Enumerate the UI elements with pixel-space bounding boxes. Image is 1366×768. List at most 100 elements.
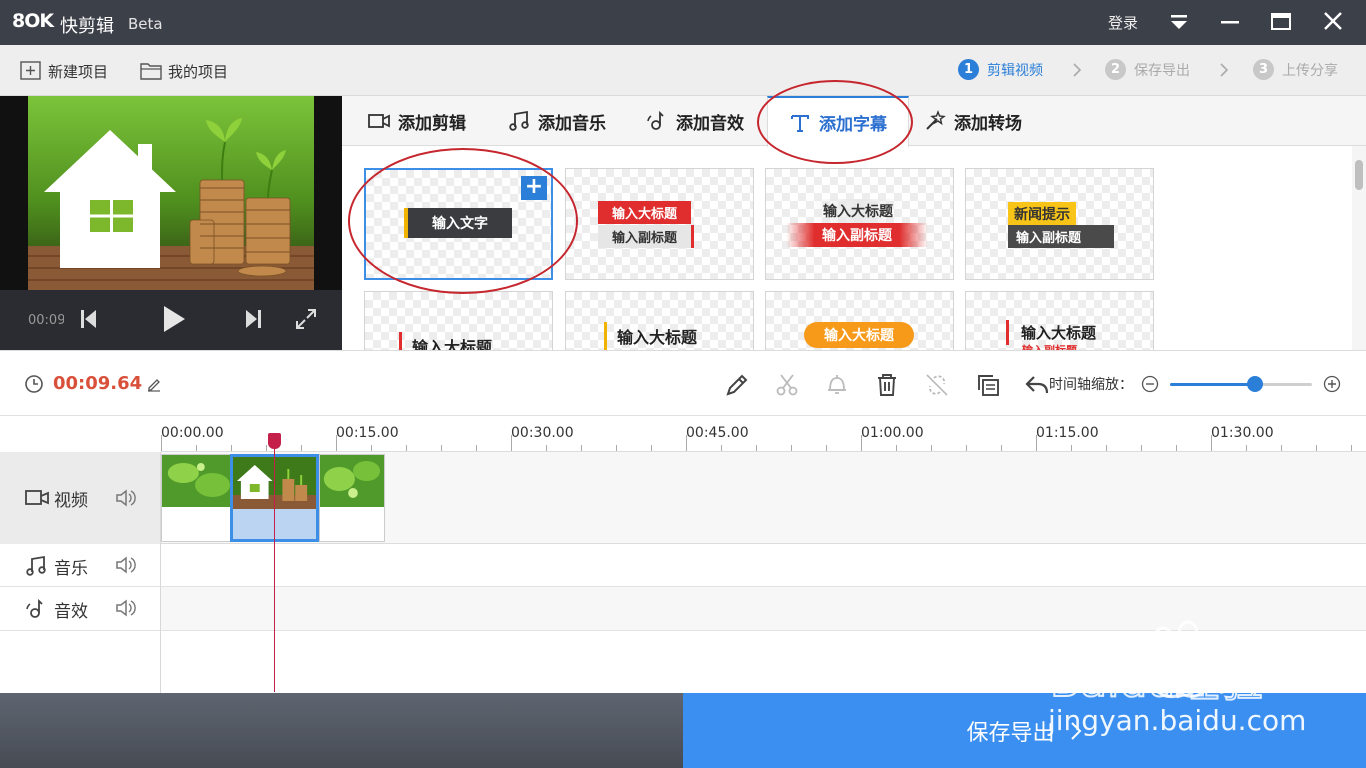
- zoom-slider-fill: [1170, 383, 1256, 386]
- ruler-spacer: [0, 416, 161, 452]
- new-project-label: 新建项目: [48, 62, 109, 81]
- ruler-minor-tick: [651, 445, 652, 451]
- step-edit-video[interactable]: 1 剪辑视频: [958, 59, 1043, 80]
- ruler-tick-label: 01:30.00: [1211, 425, 1274, 441]
- tab-add-sound-effect[interactable]: 添加音效: [646, 96, 744, 146]
- annotation-circle: [757, 80, 913, 164]
- sound-effect-icon: [647, 110, 664, 130]
- skip-back-icon[interactable]: [80, 308, 98, 330]
- video-clip[interactable]: [161, 454, 231, 542]
- ruler-tick-label: 00:15.00: [336, 425, 399, 441]
- ruler-tick-label: 01:00.00: [861, 425, 924, 441]
- step-upload-share[interactable]: 3 上传分享: [1253, 59, 1338, 80]
- tab-label: 添加音乐: [538, 113, 606, 134]
- preview-frame: [0, 96, 342, 290]
- tab-add-music[interactable]: 添加音乐: [508, 96, 606, 146]
- close-icon[interactable]: [1320, 10, 1346, 34]
- ruler-minor-tick: [441, 445, 442, 451]
- ruler-tick: [1036, 435, 1037, 451]
- tab-add-transition[interactable]: 添加转场: [924, 96, 1022, 146]
- subtitle-template-5[interactable]: 输入大标题: [364, 291, 553, 350]
- chevron-right-icon: [1073, 63, 1082, 77]
- ruler-minor-tick: [1281, 445, 1282, 451]
- step-number: 3: [1253, 59, 1274, 80]
- ruler-minor-tick: [791, 445, 792, 451]
- clock-icon: [25, 375, 43, 393]
- copy-icon[interactable]: [975, 372, 1001, 398]
- tab-label: 添加剪辑: [398, 113, 466, 134]
- subtitle-template-6[interactable]: 输入大标题: [565, 291, 754, 350]
- bell-icon[interactable]: [824, 372, 850, 398]
- zoom-in-icon[interactable]: [1323, 375, 1341, 393]
- subtitle-template-8[interactable]: 输入大标题 输入副标题: [965, 291, 1154, 350]
- bottom-bar: [0, 693, 683, 768]
- zoom-slider-handle[interactable]: [1247, 376, 1264, 392]
- menu-bar: 新建项目 我的项目 1 剪辑视频 2 保存导出 3 上传分享: [0, 45, 1366, 96]
- my-projects-label: 我的项目: [168, 62, 229, 81]
- folder-icon: [140, 63, 162, 80]
- track-header-sound-effect: 音效: [0, 587, 161, 631]
- ruler-minor-tick: [231, 445, 232, 451]
- tab-label: 添加音效: [676, 113, 744, 134]
- undo-icon[interactable]: [1024, 372, 1050, 398]
- track-music[interactable]: [161, 544, 1366, 587]
- ruler-tick-label: 00:00.00: [161, 425, 224, 441]
- my-projects-button[interactable]: 我的项目: [140, 61, 228, 81]
- ruler-tick: [861, 435, 862, 451]
- volume-icon[interactable]: [115, 598, 137, 618]
- ruler-minor-tick: [931, 445, 932, 451]
- template-title: 输入大标题: [804, 322, 914, 348]
- unlink-icon[interactable]: [924, 372, 950, 398]
- ruler-minor-tick: [581, 445, 582, 451]
- music-note-icon: [26, 555, 46, 576]
- title-bar: 8OK 快剪辑 Beta 登录: [0, 0, 1366, 45]
- edit-toolbar: 00:09.64 时间轴缩放：: [0, 350, 1366, 416]
- volume-icon[interactable]: [115, 555, 137, 575]
- login-link[interactable]: 登录: [1108, 12, 1138, 33]
- video-preview: 00:09: [0, 96, 342, 350]
- video-camera-icon: [368, 114, 390, 128]
- ruler-minor-tick: [1141, 445, 1142, 451]
- pencil-icon[interactable]: [724, 372, 750, 398]
- volume-icon[interactable]: [115, 488, 137, 508]
- template-title: 输入大标题: [811, 199, 905, 223]
- maximize-icon[interactable]: [1268, 10, 1294, 34]
- step-save-export[interactable]: 2 保存导出: [1105, 59, 1190, 80]
- new-project-button[interactable]: 新建项目: [20, 61, 108, 81]
- zoom-out-icon[interactable]: [1141, 375, 1159, 393]
- ruler-minor-tick: [1351, 445, 1352, 451]
- play-icon[interactable]: [161, 304, 187, 334]
- fullscreen-icon[interactable]: [294, 307, 318, 331]
- minimize-icon[interactable]: [1217, 10, 1243, 34]
- video-clip[interactable]: [319, 454, 385, 542]
- scissors-icon[interactable]: [774, 372, 800, 398]
- track-video[interactable]: [161, 452, 1366, 544]
- export-label: 保存导出: [966, 720, 1055, 746]
- edit-duration-icon[interactable]: [146, 376, 162, 392]
- subtitle-template-2[interactable]: 输入大标题 输入副标题: [565, 168, 754, 280]
- skip-forward-icon[interactable]: [244, 308, 262, 330]
- track-header-video: 视频: [0, 452, 161, 544]
- music-note-icon: [509, 110, 529, 131]
- subtitle-template-3[interactable]: 输入大标题 输入副标题: [765, 168, 954, 280]
- delete-icon[interactable]: [874, 372, 900, 398]
- template-scrollbar-thumb[interactable]: [1355, 160, 1363, 190]
- track-label: 音效: [54, 602, 88, 622]
- dropdown-menu-icon[interactable]: [1166, 10, 1192, 34]
- subtitle-template-7[interactable]: 输入大标题: [765, 291, 954, 350]
- track-label: 音乐: [54, 559, 88, 579]
- current-timecode: 00:09: [28, 313, 64, 328]
- subtitle-template-4[interactable]: 新闻提示 输入副标题: [965, 168, 1154, 280]
- ruler-minor-tick: [966, 445, 967, 451]
- beta-badge: Beta: [128, 15, 163, 33]
- ruler-minor-tick: [616, 445, 617, 451]
- tab-add-clip[interactable]: 添加剪辑: [368, 96, 466, 146]
- timeline-zoom-slider[interactable]: [1170, 383, 1312, 386]
- playhead-line: [274, 446, 275, 692]
- playhead-handle[interactable]: [268, 433, 281, 449]
- ruler-minor-tick: [721, 445, 722, 451]
- track-label: 视频: [54, 491, 88, 511]
- track-header-empty: [0, 631, 161, 693]
- timeline-ruler[interactable]: 00:00.00 00:15.00 00:30.00 00:45.00 01:00.00…: [0, 416, 1366, 452]
- step-label: 保存导出: [1134, 62, 1190, 79]
